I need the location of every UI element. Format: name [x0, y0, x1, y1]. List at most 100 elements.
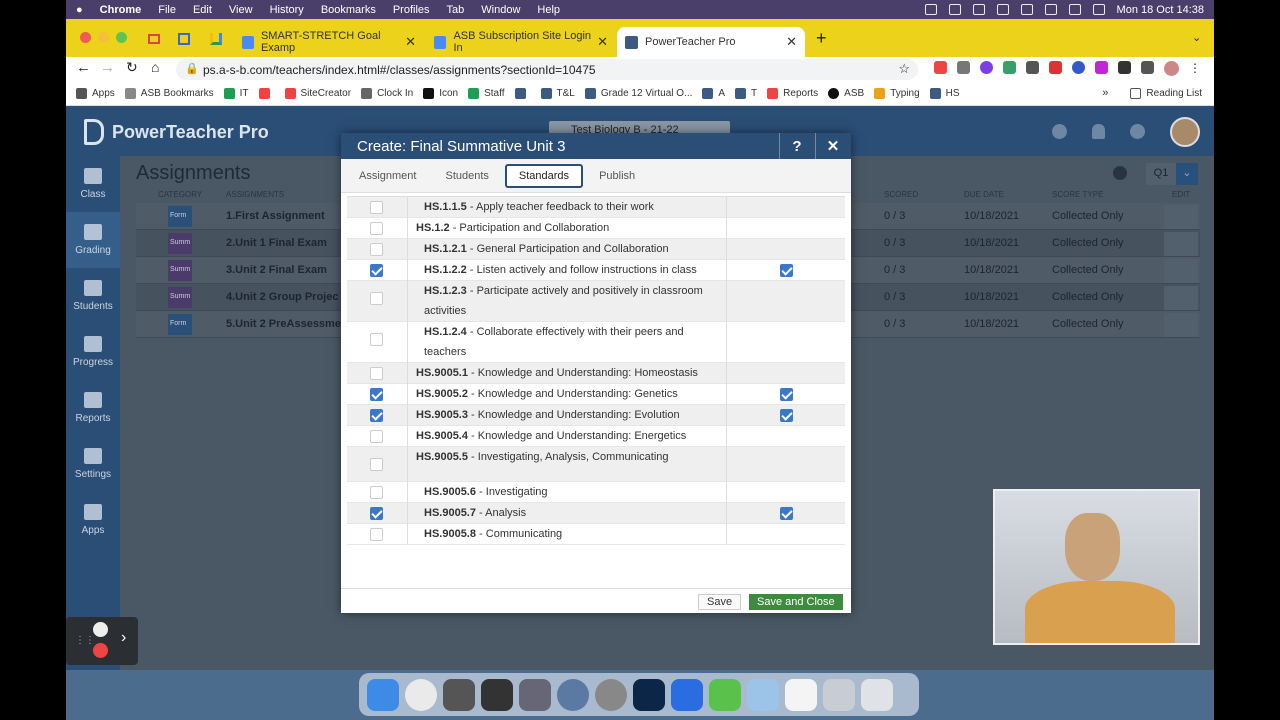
tab-standards[interactable]: Standards [504, 163, 584, 188]
edit-pencil-icon[interactable] [1164, 313, 1198, 337]
bookmark-asb[interactable]: ASB [828, 87, 864, 99]
home-icon[interactable]: ⌂ [151, 59, 159, 75]
edit-pencil-icon[interactable] [1164, 259, 1198, 283]
nav-class[interactable]: Class [66, 156, 120, 212]
audio-app-icon[interactable] [443, 678, 475, 711]
tab-close-icon[interactable]: ✕ [405, 34, 416, 50]
extension-icon[interactable] [1049, 61, 1062, 74]
dialog-help-icon[interactable]: ? [779, 133, 814, 159]
bookmark-typing[interactable]: Typing [874, 87, 920, 99]
nav-progress[interactable]: Progress [66, 324, 120, 380]
assignment-name[interactable]: 2.Unit 1 Final Exam [226, 237, 327, 249]
extension-icon[interactable] [980, 61, 993, 74]
bookmark-unnamed-2[interactable] [514, 87, 531, 99]
bookmark-grade12[interactable]: Grade 12 Virtual O... [584, 87, 692, 99]
chrome-menu-icon[interactable]: ⋮ [1189, 61, 1201, 76]
wifi-icon[interactable] [1044, 4, 1057, 15]
url-text[interactable]: ps.a-s-b.com/teachers/index.html#/classe… [203, 63, 596, 77]
settings-gear-icon[interactable] [1113, 166, 1127, 180]
menu-app-name[interactable]: Chrome [100, 4, 142, 16]
bookmark-hs[interactable]: HS [929, 87, 960, 99]
pause-icon[interactable] [93, 622, 108, 637]
system-preferences-icon[interactable] [595, 678, 627, 711]
menu-profiles[interactable]: Profiles [393, 4, 430, 16]
bookmark-sitecreator[interactable]: SiteCreator [284, 87, 351, 99]
help-icon[interactable] [1130, 124, 1145, 139]
standard-checkbox[interactable] [370, 409, 383, 422]
bookmark-star-icon[interactable]: ☆ [898, 61, 910, 77]
control-center-icon[interactable] [1092, 4, 1105, 15]
window-close-button[interactable] [80, 32, 91, 43]
spotlight-icon[interactable] [1068, 4, 1081, 15]
chevron-right-icon[interactable]: › [121, 629, 126, 647]
calculate-checkbox[interactable] [780, 409, 793, 422]
tab-publish[interactable]: Publish [586, 165, 648, 187]
reading-list-button[interactable]: Reading List [1130, 87, 1202, 99]
standard-checkbox[interactable] [370, 486, 383, 499]
finder-icon[interactable] [367, 678, 399, 711]
standard-checkbox[interactable] [370, 507, 383, 520]
menubar-clock[interactable]: Mon 18 Oct 14:38 [1117, 4, 1204, 16]
save-and-close-button[interactable]: Save and Close [749, 594, 843, 610]
extension-icon[interactable] [1026, 61, 1039, 74]
nav-students[interactable]: Students [66, 268, 120, 324]
bookmark-asb-bookmarks[interactable]: ASB Bookmarks [124, 87, 214, 99]
bookmark-clock-in[interactable]: Clock In [361, 87, 413, 99]
standard-checkbox[interactable] [370, 333, 383, 346]
drive-pinned-tab-icon[interactable] [210, 33, 222, 45]
drag-handle-icon[interactable]: ⋮⋮ [75, 635, 95, 646]
bookmark-reports[interactable]: Reports [767, 87, 818, 99]
lock-icon[interactable]: 🔒 [185, 62, 199, 75]
bluetooth-icon[interactable] [996, 4, 1009, 15]
mission-control-icon[interactable] [481, 678, 513, 711]
bookmark-tl[interactable]: T&L [540, 87, 575, 99]
powerteacher-logo[interactable]: PowerTeacher Pro [84, 119, 269, 145]
notifications-bell-icon[interactable] [1092, 124, 1105, 139]
stop-recording-icon[interactable] [93, 643, 108, 658]
more-bookmarks-chevron-icon[interactable]: » [1102, 87, 1108, 99]
reload-icon[interactable]: ↻ [126, 59, 138, 76]
extension-icon[interactable] [1003, 61, 1016, 74]
back-icon[interactable]: ← [76, 59, 91, 76]
edit-pencil-icon[interactable] [1164, 205, 1198, 229]
calculate-checkbox[interactable] [780, 388, 793, 401]
assignment-name[interactable]: 4.Unit 2 Group Projec [226, 291, 338, 303]
menu-bookmarks[interactable]: Bookmarks [321, 4, 376, 16]
new-tab-button[interactable]: + [816, 28, 827, 49]
trash-icon[interactable] [861, 678, 893, 711]
messages-icon[interactable] [709, 678, 741, 711]
forward-icon[interactable]: → [100, 59, 115, 76]
bookmark-apps[interactable]: Apps [76, 87, 115, 99]
term-selector[interactable]: Q1 [1146, 163, 1176, 185]
extensions-puzzle-icon[interactable] [1118, 61, 1131, 74]
tab-close-icon[interactable]: ✕ [597, 34, 608, 50]
standard-checkbox[interactable] [370, 264, 383, 277]
battery-icon[interactable] [1020, 4, 1033, 15]
menu-window[interactable]: Window [481, 4, 520, 16]
edit-pencil-icon[interactable] [1164, 286, 1198, 310]
standard-checkbox[interactable] [370, 528, 383, 541]
photoshop-icon[interactable] [633, 678, 665, 711]
calculate-checkbox[interactable] [780, 264, 793, 277]
bookmark-a[interactable]: A [702, 87, 725, 99]
nav-grading[interactable]: Grading [66, 212, 120, 268]
bookmark-icon-link[interactable]: Icon [423, 87, 458, 99]
standard-checkbox[interactable] [370, 430, 383, 443]
tab-powerteacher[interactable]: PowerTeacher Pro ✕ [617, 27, 805, 57]
recent-file-icon[interactable] [823, 678, 855, 711]
tab-asb-subscription[interactable]: ASB Subscription Site Login In ✕ [426, 27, 616, 57]
display-status-icon[interactable] [972, 4, 985, 15]
screenshot-icon[interactable] [519, 678, 551, 711]
standard-checkbox[interactable] [370, 243, 383, 256]
standard-checkbox[interactable] [370, 292, 383, 305]
extension-icon[interactable] [1072, 61, 1085, 74]
profile-avatar[interactable] [1164, 61, 1179, 76]
edit-pencil-icon[interactable] [1164, 232, 1198, 256]
window-minimize-button[interactable] [98, 32, 109, 43]
calendar-pinned-tab-icon[interactable] [178, 33, 190, 45]
menu-view[interactable]: View [229, 4, 253, 16]
bookmark-it[interactable]: IT [223, 87, 249, 99]
standard-checkbox[interactable] [370, 367, 383, 380]
tab-search-chevron-icon[interactable]: ⌄ [1192, 31, 1201, 44]
save-button[interactable]: Save [698, 594, 742, 610]
